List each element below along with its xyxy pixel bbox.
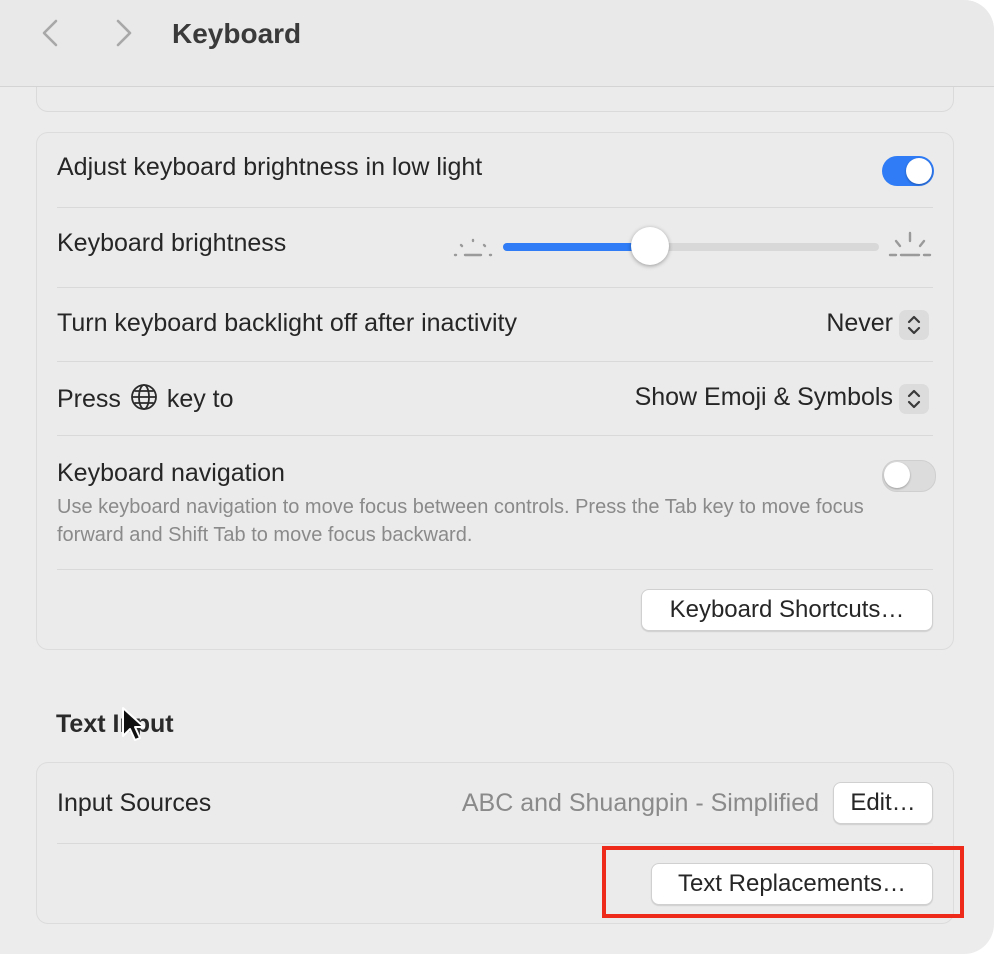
toolbar: Keyboard (0, 0, 994, 87)
forward-button[interactable] (106, 16, 140, 50)
input-sources-label: Input Sources (57, 789, 212, 817)
keyboard-settings-group: Adjust keyboard brightness in low light … (36, 132, 954, 650)
globe-key-label-after: key to (166, 385, 234, 413)
brightness-high-icon (888, 231, 932, 257)
divider (57, 843, 933, 844)
divider (57, 207, 933, 208)
auto-brightness-label: Adjust keyboard brightness in low light (57, 153, 483, 181)
divider (57, 435, 933, 436)
text-input-section-title: Text Input (56, 710, 174, 738)
keyboard-navigation-description: Use keyboard navigation to move focus be… (57, 496, 864, 546)
back-button[interactable] (34, 16, 68, 50)
backlight-off-label: Turn keyboard backlight off after inacti… (57, 309, 517, 337)
mouse-pointer-icon (120, 706, 146, 749)
input-sources-value: ABC and Shuangpin - Simplified (461, 789, 819, 817)
chevron-left-icon (42, 19, 58, 47)
stepper-icon (899, 384, 929, 414)
slider-thumb[interactable] (630, 227, 669, 265)
brightness-low-icon (453, 238, 493, 257)
edit-input-sources-button[interactable]: Edit… (833, 782, 933, 824)
keyboard-brightness-label: Keyboard brightness (57, 229, 287, 257)
divider (57, 569, 933, 570)
annotation-highlight-box (602, 846, 964, 918)
globe-key-label-before: Press (57, 385, 121, 413)
keyboard-navigation-toggle[interactable] (882, 460, 936, 492)
auto-brightness-toggle[interactable] (882, 156, 934, 186)
settings-window: Keyboard Adjust keyboard brightness in l… (0, 0, 994, 954)
page-title: Keyboard (172, 18, 302, 49)
stepper-icon (899, 310, 929, 340)
keyboard-navigation-label: Keyboard navigation (57, 459, 285, 487)
popup-value: Show Emoji & Symbols (634, 383, 893, 411)
chevron-right-icon (116, 19, 132, 47)
divider (57, 287, 933, 288)
toggle-knob (906, 158, 932, 184)
popup-value: Never (826, 309, 893, 337)
slider-fill (503, 243, 650, 251)
keyboard-shortcuts-button[interactable]: Keyboard Shortcuts… (641, 589, 933, 631)
globe-icon (130, 384, 157, 410)
divider (57, 361, 933, 362)
toggle-knob (884, 462, 910, 488)
slider-track[interactable] (503, 243, 879, 251)
globe-key-label: Press key to (57, 383, 234, 414)
